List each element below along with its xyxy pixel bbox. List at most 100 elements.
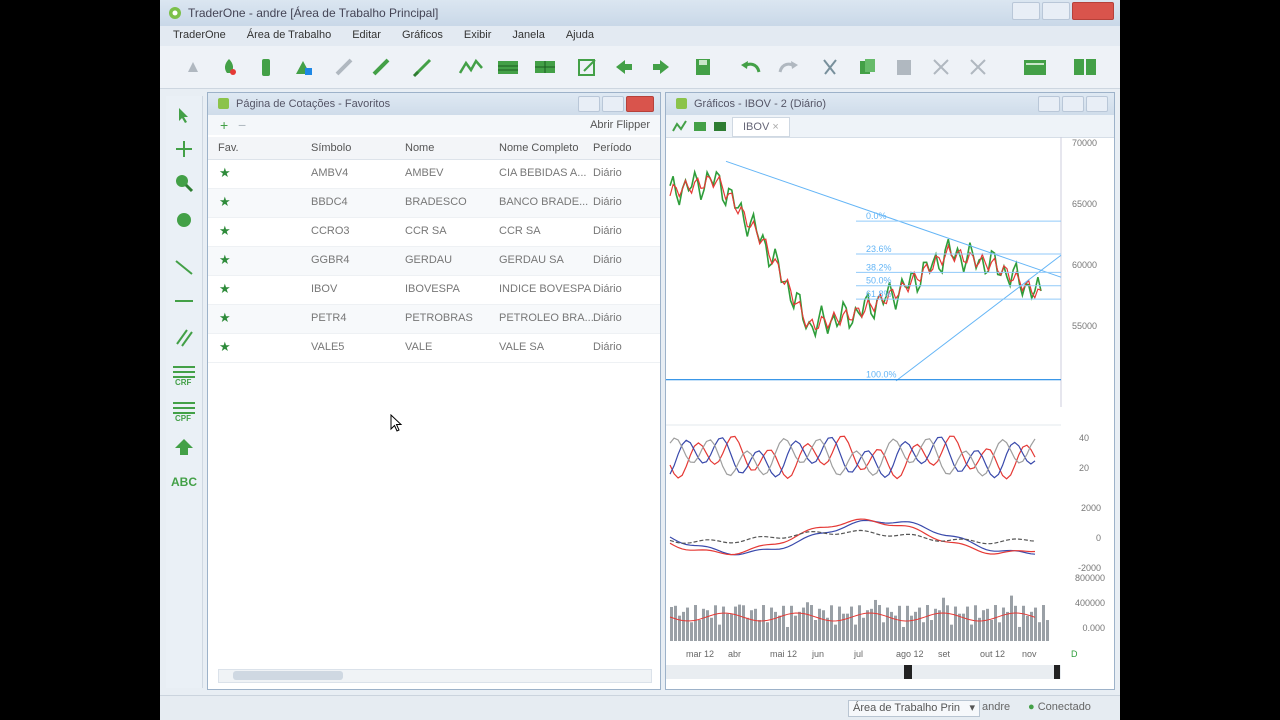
chart-type-icons[interactable] xyxy=(672,119,728,133)
quotes-panel-title: Página de Cotações - Favoritos xyxy=(236,98,391,110)
arrow-right-icon[interactable] xyxy=(648,54,674,80)
volume-bar xyxy=(706,610,709,641)
edit-icon[interactable] xyxy=(574,54,600,80)
maximize-button[interactable] xyxy=(1042,2,1070,20)
arrow-left-icon[interactable] xyxy=(611,54,637,80)
favorite-star-icon[interactable]: ★ xyxy=(219,165,231,181)
parallel-lines-icon[interactable] xyxy=(171,324,197,350)
close-button[interactable] xyxy=(1072,2,1114,20)
col-simbolo[interactable]: Símbolo xyxy=(311,142,351,154)
menu-traderone[interactable]: TraderOne xyxy=(160,26,234,41)
volume-bar xyxy=(1022,605,1025,641)
quotes-maximize-button[interactable] xyxy=(602,96,624,112)
menu-ajuda[interactable]: Ajuda xyxy=(553,26,602,41)
horizontal-scrollbar[interactable] xyxy=(218,669,652,683)
volume-bar xyxy=(1018,626,1021,641)
volume-bar xyxy=(930,620,933,641)
menu-editar[interactable]: Editar xyxy=(339,26,389,41)
delete-all-icon[interactable] xyxy=(965,54,991,80)
fibonacci-fan-icon[interactable]: CPF xyxy=(171,398,197,424)
volume-bar xyxy=(1038,622,1041,641)
favorite-star-icon[interactable]: ★ xyxy=(219,281,231,297)
arrow-up-icon[interactable] xyxy=(171,434,197,460)
select-cursor-icon[interactable] xyxy=(171,102,197,128)
cell-period: Diário xyxy=(593,283,622,295)
price-chart[interactable]: 70000 65000 60000 55000 0.0% 23.6% 38.2% 50.0% 6… xyxy=(666,137,1114,689)
pen-icon[interactable] xyxy=(410,54,436,80)
delete-icon[interactable] xyxy=(928,54,954,80)
month-tick-label: mar 12 xyxy=(686,649,714,659)
svg-text:ABC: ABC xyxy=(171,475,197,489)
table-row[interactable]: ★ AMBV4 AMBEV CIA BEBIDAS A... Diário xyxy=(208,160,660,189)
col-periodo[interactable]: Período xyxy=(593,142,632,154)
volume-bar xyxy=(994,605,997,641)
volume-bar xyxy=(850,606,853,641)
table-row[interactable]: ★ VALE5 VALE VALE SA Diário xyxy=(208,334,660,363)
volume-bar xyxy=(802,607,805,641)
col-fav[interactable]: Fav. xyxy=(218,142,239,154)
macd-line xyxy=(669,529,1036,545)
fibonacci-retracement-icon[interactable]: CRF xyxy=(171,362,197,388)
cell-symbol: GGBR4 xyxy=(311,254,350,266)
tab-ibov[interactable]: IBOV × xyxy=(732,117,790,137)
table-row[interactable]: ★ CCRO3 CCR SA CCR SA Diário xyxy=(208,218,660,247)
rsi-tick-label: 40 xyxy=(1079,433,1089,443)
table-row[interactable]: ★ GGBR4 GERDAU GERDAU SA Diário xyxy=(208,247,660,276)
volume-bar xyxy=(774,611,777,641)
remove-icon[interactable]: − xyxy=(238,117,246,133)
favorite-star-icon[interactable]: ★ xyxy=(219,339,231,355)
table-icon[interactable] xyxy=(495,54,521,80)
trendline-icon[interactable] xyxy=(171,254,197,280)
col-nome-completo[interactable]: Nome Completo xyxy=(499,142,578,154)
volume-bar xyxy=(722,606,725,641)
zoom-icon[interactable] xyxy=(171,170,197,196)
favorite-star-icon[interactable]: ★ xyxy=(219,223,231,239)
chart-close-button[interactable] xyxy=(1086,96,1108,112)
menu-exibir[interactable]: Exibir xyxy=(451,26,500,41)
hand-icon[interactable] xyxy=(171,206,197,232)
save-icon[interactable] xyxy=(690,54,716,80)
table-row[interactable]: ★ PETR4 PETROBRAS PETROLEO BRA... Diário xyxy=(208,305,660,334)
minimize-button[interactable] xyxy=(1012,2,1040,20)
add-icon[interactable]: + xyxy=(220,117,228,133)
cut-icon[interactable] xyxy=(817,54,843,80)
quotes-close-button[interactable] xyxy=(626,96,654,112)
plug-icon[interactable] xyxy=(331,54,357,80)
crosshair-icon[interactable] xyxy=(171,136,197,162)
open-flipper-button[interactable]: Abrir Flipper xyxy=(590,119,650,131)
connect-icon[interactable] xyxy=(180,54,206,80)
menu-area-de-trabalho[interactable]: Área de Trabalho xyxy=(234,26,339,41)
volume-bar xyxy=(902,626,905,641)
navigator-handle[interactable] xyxy=(904,665,912,679)
undo-icon[interactable] xyxy=(738,54,764,80)
link-icon[interactable] xyxy=(368,54,394,80)
text-tool-icon[interactable]: ABC xyxy=(171,468,197,494)
paste-icon[interactable] xyxy=(891,54,917,80)
table-row[interactable]: ★ BBDC4 BRADESCO BANCO BRADE... Diário xyxy=(208,189,660,218)
workspace-select[interactable]: Área de Trabalho Prin ▾ xyxy=(848,700,980,717)
tab-close-icon[interactable]: × xyxy=(772,121,778,133)
menu-graficos[interactable]: Gráficos xyxy=(389,26,451,41)
redo-icon[interactable] xyxy=(775,54,801,80)
horizontal-line-icon[interactable] xyxy=(171,288,197,314)
bottle-icon[interactable] xyxy=(253,54,279,80)
period-label[interactable]: D xyxy=(1071,649,1078,659)
windows-icon[interactable] xyxy=(1072,54,1098,80)
copy-icon[interactable] xyxy=(854,54,880,80)
table-row[interactable]: ★ IBOV IBOVESPA INDICE BOVESPA Diário xyxy=(208,276,660,305)
favorite-star-icon[interactable]: ★ xyxy=(219,252,231,268)
alert-icon[interactable] xyxy=(216,54,242,80)
favorite-star-icon[interactable]: ★ xyxy=(219,310,231,326)
line-chart-icon[interactable] xyxy=(458,54,484,80)
menu-janela[interactable]: Janela xyxy=(499,26,552,41)
lock-icon[interactable] xyxy=(290,54,316,80)
navigator-handle[interactable] xyxy=(1054,665,1060,679)
layout-icon[interactable] xyxy=(1022,54,1048,80)
grid-icon[interactable] xyxy=(532,54,558,80)
quotes-minimize-button[interactable] xyxy=(578,96,600,112)
volume-bar xyxy=(950,624,953,641)
chart-maximize-button[interactable] xyxy=(1062,96,1084,112)
col-nome[interactable]: Nome xyxy=(405,142,434,154)
favorite-star-icon[interactable]: ★ xyxy=(219,194,231,210)
chart-minimize-button[interactable] xyxy=(1038,96,1060,112)
